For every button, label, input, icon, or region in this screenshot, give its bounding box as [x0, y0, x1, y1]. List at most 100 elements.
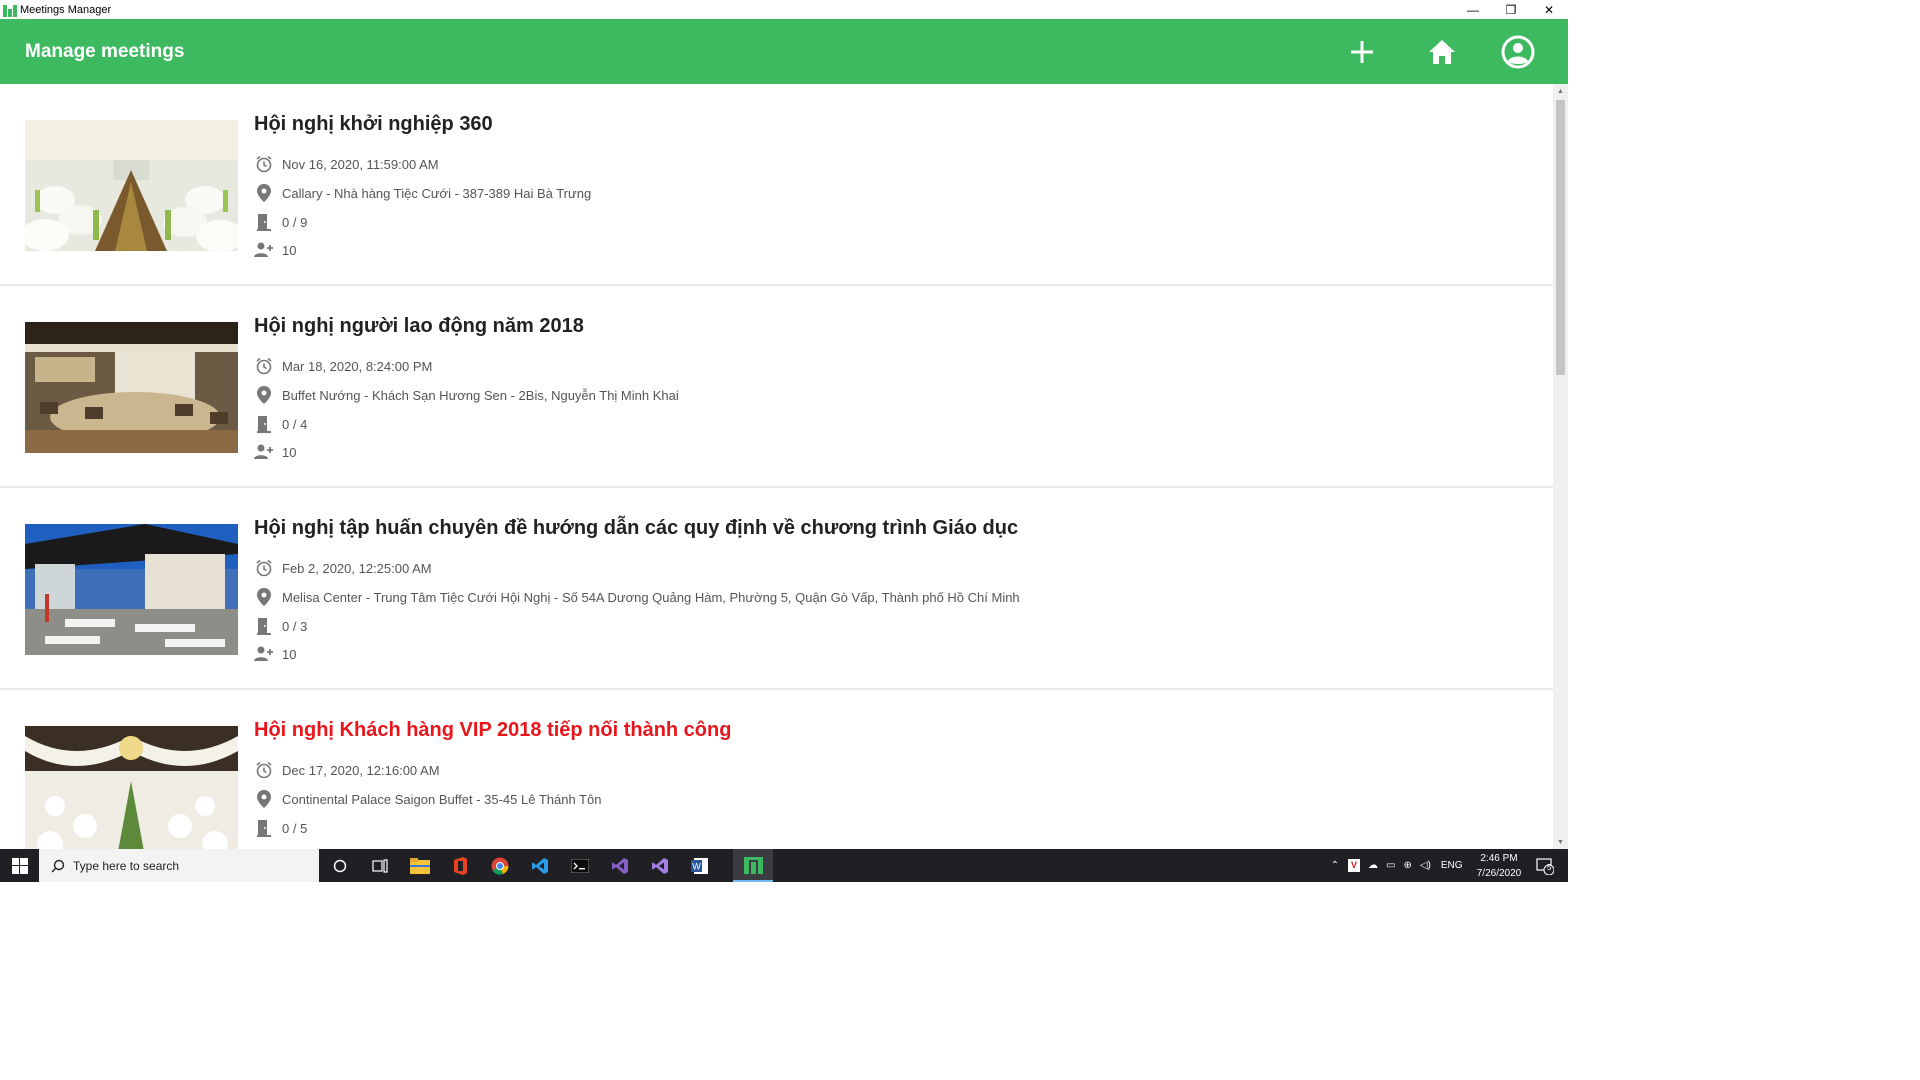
- window-titlebar: Meetings Manager — ❐ ✕: [0, 0, 1568, 19]
- windows-logo-icon: [11, 857, 28, 874]
- window-title: Meetings Manager: [20, 3, 112, 16]
- meeting-rooms: 0 / 5: [254, 818, 307, 838]
- location-pin-icon: [254, 183, 274, 203]
- meeting-title[interactable]: Hội nghị tập huấn chuyên đề hướng dẫn cá…: [254, 517, 1018, 540]
- add-meeting-button[interactable]: [1344, 34, 1380, 70]
- add-icon: [1351, 41, 1373, 63]
- visual-studio-icon: [612, 857, 628, 874]
- clock-date: 7/26/2020: [1476, 868, 1522, 879]
- taskbar-search-box[interactable]: Type here to search: [39, 849, 319, 882]
- meeting-title[interactable]: Hội nghị người lao động năm 2018: [254, 315, 584, 338]
- meeting-thumbnail: [25, 524, 238, 655]
- meeting-participants: 10: [254, 240, 296, 260]
- search-icon: [51, 859, 65, 872]
- taskbar-app-meetings-manager[interactable]: [733, 849, 773, 882]
- cortana-icon: [333, 859, 347, 872]
- close-button[interactable]: ✕: [1530, 0, 1568, 19]
- door-icon: [254, 818, 274, 838]
- antivirus-icon[interactable]: V: [1348, 859, 1360, 872]
- language-indicator[interactable]: ENG: [1441, 860, 1463, 871]
- svg-text:W: W: [692, 861, 701, 871]
- start-button[interactable]: [0, 849, 39, 882]
- taskbar-app-visual-studio[interactable]: [600, 849, 640, 882]
- meeting-card[interactable]: Hội nghị Khách hàng VIP 2018 tiếp nối th…: [0, 690, 1553, 849]
- visual-studio-preview-icon: [652, 857, 668, 874]
- network-icon[interactable]: ⊕: [1403, 860, 1411, 871]
- battery-icon[interactable]: ▭: [1386, 860, 1395, 871]
- meeting-title[interactable]: Hội nghị Khách hàng VIP 2018 tiếp nối th…: [254, 719, 731, 742]
- location-pin-icon: [254, 385, 274, 405]
- notification-count: 5: [1547, 863, 1552, 872]
- meeting-rooms: 0 / 4: [254, 414, 307, 434]
- meeting-datetime: Dec 17, 2020, 12:16:00 AM: [254, 760, 440, 780]
- task-view-icon: [372, 858, 388, 873]
- home-icon: [1429, 40, 1455, 64]
- account-button[interactable]: [1500, 34, 1536, 70]
- page-title: Manage meetings: [25, 41, 185, 62]
- home-button[interactable]: [1424, 34, 1460, 70]
- app-header: Manage meetings: [0, 19, 1568, 84]
- alarm-icon: [254, 760, 274, 780]
- task-view-button[interactable]: [360, 849, 400, 882]
- meeting-location: Continental Palace Saigon Buffet - 35-45…: [254, 789, 601, 809]
- meeting-card[interactable]: Hội nghị khởi nghiệp 360 Nov 16, 2020, 1…: [0, 84, 1553, 286]
- search-placeholder: Type here to search: [73, 858, 180, 873]
- taskbar-app-visual-studio-preview[interactable]: [640, 849, 680, 882]
- minimize-button[interactable]: —: [1454, 0, 1492, 19]
- taskbar-app-vscode[interactable]: [520, 849, 560, 882]
- person-add-icon: [254, 442, 274, 462]
- meetings-manager-icon: [744, 856, 763, 874]
- door-icon: [254, 212, 274, 232]
- word-icon: W: [691, 857, 708, 874]
- scroll-up-arrow-icon[interactable]: ▲: [1553, 84, 1568, 98]
- taskbar-app-terminal[interactable]: [560, 849, 600, 882]
- location-pin-icon: [254, 587, 274, 607]
- alarm-icon: [254, 356, 274, 376]
- scroll-down-arrow-icon[interactable]: ▼: [1553, 835, 1568, 849]
- account-icon: [1501, 35, 1535, 69]
- taskbar-clock[interactable]: 2:46 PM 7/26/2020: [1470, 851, 1528, 881]
- meeting-datetime: Nov 16, 2020, 11:59:00 AM: [254, 154, 439, 174]
- taskbar-app-word[interactable]: W: [680, 849, 720, 882]
- cloud-icon[interactable]: ☁: [1368, 860, 1378, 871]
- restore-button[interactable]: ❐: [1492, 0, 1530, 19]
- app-logo-icon: [3, 3, 17, 17]
- system-tray: ⌃ V ☁ ▭ ⊕ ◁) ENG: [1328, 849, 1463, 882]
- list-scrollbar[interactable]: ▲ ▼: [1553, 84, 1568, 849]
- taskbar-app-office[interactable]: [440, 849, 480, 882]
- cortana-button[interactable]: [320, 849, 360, 882]
- taskbar-app-file-explorer[interactable]: [400, 849, 440, 882]
- meeting-participants: 10: [254, 644, 296, 664]
- location-pin-icon: [254, 789, 274, 809]
- door-icon: [254, 616, 274, 636]
- meeting-location: Callary - Nhà hàng Tiệc Cưới - 387-389 H…: [254, 183, 591, 203]
- meeting-title[interactable]: Hội nghị khởi nghiệp 360: [254, 113, 493, 136]
- folder-icon: [410, 857, 430, 874]
- taskbar-app-chrome[interactable]: [480, 849, 520, 882]
- meeting-location: Buffet Nướng - Khách Sạn Hương Sen - 2Bi…: [254, 385, 679, 405]
- door-icon: [254, 414, 274, 434]
- alarm-icon: [254, 154, 274, 174]
- meeting-card[interactable]: Hội nghị tập huấn chuyên đề hướng dẫn cá…: [0, 488, 1553, 690]
- volume-icon[interactable]: ◁): [1420, 860, 1431, 871]
- meeting-card[interactable]: Hội nghị người lao động năm 2018 Mar 18,…: [0, 286, 1553, 488]
- meeting-location: Melisa Center - Trung Tâm Tiệc Cưới Hội …: [254, 587, 1020, 607]
- meetings-list[interactable]: Hội nghị khởi nghiệp 360 Nov 16, 2020, 1…: [0, 84, 1553, 849]
- meeting-thumbnail: [25, 726, 238, 849]
- person-add-icon: [254, 240, 274, 260]
- meeting-datetime: Feb 2, 2020, 12:25:00 AM: [254, 558, 432, 578]
- meeting-rooms: 0 / 9: [254, 212, 307, 232]
- chrome-icon: [491, 857, 509, 875]
- meeting-datetime: Mar 18, 2020, 8:24:00 PM: [254, 356, 432, 376]
- office-icon: [454, 856, 467, 875]
- taskbar: Type here to search W ⌃ V ☁ ▭ ⊕ ◁) ENG 2…: [0, 849, 1568, 882]
- terminal-icon: [571, 858, 589, 873]
- clock-time: 2:46 PM: [1480, 853, 1518, 864]
- meeting-thumbnail: [25, 322, 238, 453]
- meeting-participants: 10: [254, 442, 296, 462]
- action-center-button[interactable]: 5: [1530, 849, 1560, 882]
- meeting-thumbnail: [25, 120, 238, 251]
- scrollbar-thumb[interactable]: [1556, 100, 1565, 375]
- chevron-up-icon[interactable]: ⌃: [1328, 860, 1342, 871]
- meeting-rooms: 0 / 3: [254, 616, 307, 636]
